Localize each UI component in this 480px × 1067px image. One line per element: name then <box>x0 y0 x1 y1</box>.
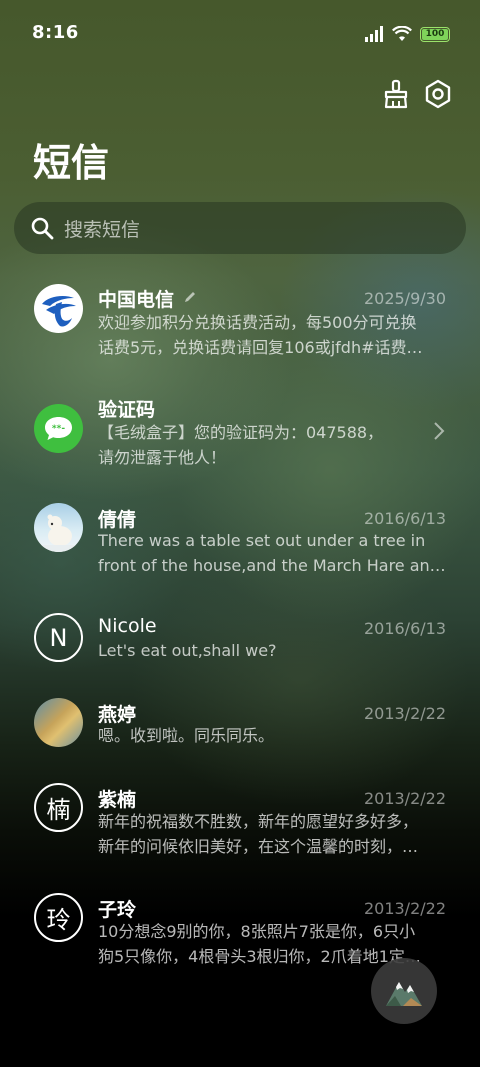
contact-name: 验证码 <box>98 399 156 421</box>
search-icon <box>31 217 54 240</box>
conversation-item[interactable]: 楠 紫楠 2013/2/22 新年的祝福数不胜数，新年的愿望好多好多， 新年的问… <box>0 782 480 872</box>
message-preview-line1: Let's eat out,shall we? <box>98 641 277 660</box>
contact-name: 中国电信 <box>98 289 175 311</box>
message-date: 2016/6/13 <box>363 509 446 528</box>
message-bubble-icon: **- <box>34 404 83 453</box>
message-date: 2025/9/30 <box>363 289 446 308</box>
search-placeholder: 搜索短信 <box>64 219 141 241</box>
landscape-photo <box>34 698 83 747</box>
page-title: 短信 <box>33 141 110 185</box>
conversation-item[interactable]: 倩倩 2016/6/13 There was a table set out u… <box>0 498 480 588</box>
svg-text:**-: **- <box>52 424 65 434</box>
conversation-item[interactable]: 燕婷 2013/2/22 嗯。收到啦。同乐同乐。 <box>0 695 480 765</box>
battery-level: 100 <box>422 28 448 40</box>
broom-clean-icon[interactable] <box>380 78 412 110</box>
signal-icon <box>365 26 383 42</box>
new-message-button[interactable] <box>371 958 437 1024</box>
message-date: 2013/2/22 <box>363 899 446 918</box>
search-bar[interactable]: 搜索短信 <box>14 202 466 254</box>
message-preview-line2: front of the house,and the March Hare an… <box>98 556 446 575</box>
message-preview-line2: 新年的问候依旧美好，在这个温馨的时刻，… <box>98 837 419 856</box>
message-preview-line1: 欢迎参加积分兑换话费活动，每500分可兑换 <box>98 313 417 332</box>
polar-bear-photo <box>34 503 83 552</box>
conversation-item[interactable]: 中国电信 2025/9/30 欢迎参加积分兑换话费活动，每500分可兑换 话费5… <box>0 278 480 368</box>
avatar-letter: N <box>34 613 83 662</box>
message-date: 2016/6/13 <box>363 619 446 638</box>
pencil-icon <box>185 292 195 302</box>
conversation-item[interactable]: **- 验证码 【毛绒盒子】您的验证码为：047588， 请勿泄露于他人！ <box>0 388 480 478</box>
message-preview-line1: 10分想念9别的你，8张照片7张是你，6只小 <box>98 922 416 941</box>
battery-icon: 100 <box>420 26 450 42</box>
settings-hexagon-icon[interactable] <box>422 78 454 110</box>
chevron-right-icon <box>434 422 445 440</box>
contact-name: 子玲 <box>98 899 137 921</box>
message-preview-line1: There was a table set out under a tree i… <box>98 531 426 550</box>
mountain-icon <box>386 982 422 1006</box>
message-preview-line2: 话费5元，兑换话费请回复106或jfdh#话费… <box>98 338 423 357</box>
contact-name: Nicole <box>98 615 157 637</box>
message-preview-line1: 【毛绒盒子】您的验证码为：047588， <box>98 423 384 442</box>
conversation-item[interactable]: N Nicole 2016/6/13 Let's eat out,shall w… <box>0 608 480 678</box>
china-telecom-logo-icon <box>34 284 83 333</box>
message-date: 2013/2/22 <box>363 789 446 808</box>
status-time: 8:16 <box>32 22 79 43</box>
avatar-letter: 楠 <box>34 783 83 832</box>
status-bar: 8:16 100 <box>0 0 480 66</box>
message-preview-line1: 嗯。收到啦。同乐同乐。 <box>98 726 275 745</box>
message-date: 2013/2/22 <box>363 704 446 723</box>
avatar-letter: 玲 <box>34 893 83 942</box>
status-icons: 100 <box>364 24 450 44</box>
contact-name: 紫楠 <box>98 789 137 811</box>
message-preview-line1: 新年的祝福数不胜数，新年的愿望好多好多， <box>98 812 419 831</box>
message-preview-line2: 请勿泄露于他人！ <box>98 448 227 467</box>
wifi-icon <box>392 26 412 41</box>
